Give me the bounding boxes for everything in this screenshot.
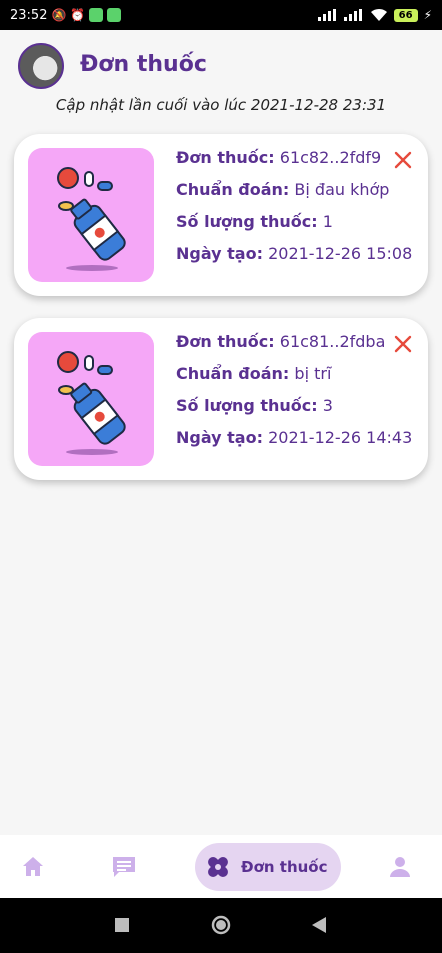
back-icon[interactable] — [312, 917, 326, 933]
created-date-label: Ngày tạo: — [176, 244, 263, 263]
bottom-nav: Đơn thuốc — [0, 835, 442, 898]
recents-icon[interactable] — [115, 918, 129, 932]
created-date-value: 2021-12-26 15:08 — [268, 244, 413, 263]
prescription-id-label: Đơn thuốc: — [176, 148, 275, 167]
status-bar: 23:52 🔕 ⏰ 66 ⚡ — [0, 0, 442, 30]
nav-prescriptions-button[interactable]: Đơn thuốc — [195, 843, 341, 891]
close-icon — [394, 335, 412, 353]
created-date-label: Ngày tạo: — [176, 428, 263, 447]
diagnosis-row: Chuẩn đoán: Bị đau khớp — [176, 180, 406, 212]
delete-prescription-button[interactable] — [392, 150, 414, 172]
profile-icon — [390, 857, 410, 877]
quantity-row: Số lượng thuốc: 3 — [176, 396, 406, 428]
quantity-row: Số lượng thuốc: 1 — [176, 212, 406, 244]
medicine-bottle-illustration — [28, 148, 154, 282]
charging-icon: ⚡ — [423, 8, 432, 22]
prescription-id-row: Đơn thuốc: 61c82..2fdf9 — [176, 148, 406, 180]
quantity-value: 3 — [322, 396, 333, 415]
signal-icon — [343, 9, 362, 21]
nav-prescriptions-label: Đơn thuốc — [241, 858, 328, 876]
prescription-id-label: Đơn thuốc: — [176, 332, 275, 351]
home-button-icon[interactable] — [211, 915, 231, 935]
created-date-value: 2021-12-26 14:43 — [268, 428, 413, 447]
home-icon — [23, 857, 43, 876]
status-time: 23:52 — [10, 7, 48, 23]
quantity-value: 1 — [322, 212, 333, 231]
diagnosis-label: Chuẩn đoán: — [176, 364, 290, 383]
nav-home-button[interactable] — [19, 853, 47, 881]
last-updated-text: Cập nhật lần cuối vào lúc 2021-12-28 23:… — [55, 96, 387, 114]
diagnosis-row: Chuẩn đoán: bị trĩ — [176, 364, 406, 396]
app-screen: Đơn thuốc Cập nhật lần cuối vào lúc 2021… — [0, 30, 442, 898]
alarm-icon: ⏰ — [70, 8, 86, 22]
nav-chat-button[interactable] — [110, 853, 138, 881]
prescription-id-value: 61c81..2fdba — [279, 332, 386, 351]
close-icon — [394, 151, 412, 169]
delete-prescription-button[interactable] — [392, 334, 414, 356]
system-nav-bar — [0, 898, 442, 953]
mute-icon: 🔕 — [51, 8, 67, 22]
diagnosis-value: bị trĩ — [294, 364, 332, 383]
avatar[interactable] — [18, 43, 64, 89]
prescription-icon — [208, 857, 228, 877]
app-notification-icon — [89, 8, 104, 22]
created-date-row: Ngày tạo: 2021-12-26 15:08 — [176, 244, 412, 276]
nav-profile-button[interactable] — [386, 853, 414, 881]
prescription-id-value: 61c82..2fdf9 — [279, 148, 382, 167]
prescription-info: Đơn thuốc: 61c82..2fdf9 Chuẩn đoán: Bị đ… — [176, 148, 412, 276]
app-notification-icon — [107, 8, 122, 22]
header: Đơn thuốc Cập nhật lần cuối vào lúc 2021… — [0, 30, 442, 130]
prescription-info: Đơn thuốc: 61c81..2fdba Chuẩn đoán: bị t… — [176, 332, 412, 460]
created-date-row: Ngày tạo: 2021-12-26 14:43 — [176, 428, 412, 460]
prescription-card[interactable]: Đơn thuốc: 61c81..2fdba Chuẩn đoán: bị t… — [14, 318, 428, 480]
diagnosis-label: Chuẩn đoán: — [176, 180, 290, 199]
signal-icon — [317, 9, 336, 21]
diagnosis-value: Bị đau khớp — [294, 180, 390, 199]
battery-indicator: 66 — [393, 8, 418, 22]
prescription-card[interactable]: Đơn thuốc: 61c82..2fdf9 Chuẩn đoán: Bị đ… — [14, 134, 428, 296]
page-title: Đơn thuốc — [80, 52, 207, 77]
quantity-label: Số lượng thuốc: — [176, 212, 318, 231]
prescription-id-row: Đơn thuốc: 61c81..2fdba — [176, 332, 406, 364]
wifi-icon — [370, 8, 387, 21]
chat-icon — [113, 857, 135, 877]
medicine-bottle-illustration — [28, 332, 154, 466]
quantity-label: Số lượng thuốc: — [176, 396, 318, 415]
